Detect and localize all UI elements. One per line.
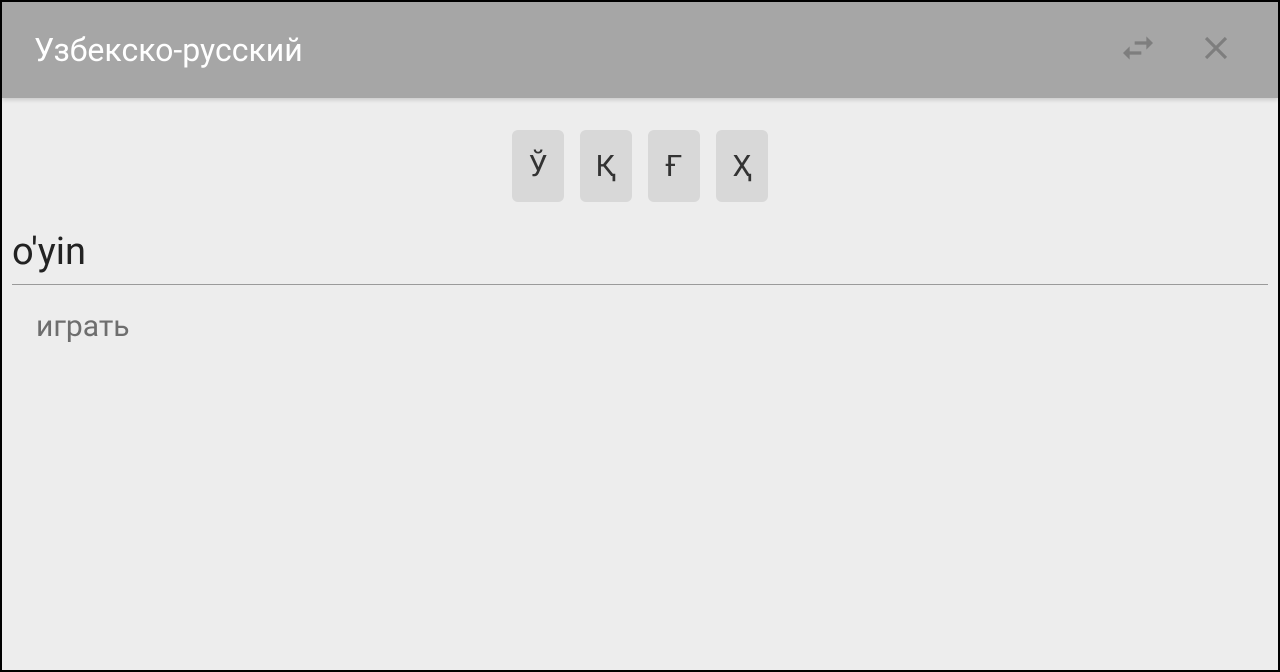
close-icon (1197, 29, 1235, 71)
char-key-2[interactable]: Ғ (648, 130, 700, 202)
app-header: Узбекско-русский (2, 2, 1278, 98)
search-input[interactable] (12, 226, 1268, 285)
special-char-row: Ў Қ Ғ Ҳ (2, 130, 1278, 202)
char-key-3[interactable]: Ҳ (716, 130, 768, 202)
swap-icon (1118, 28, 1158, 72)
results-list: играть (36, 303, 1268, 350)
swap-languages-button[interactable] (1108, 20, 1168, 80)
char-key-0[interactable]: Ў (512, 130, 564, 202)
close-button[interactable] (1186, 20, 1246, 80)
result-item[interactable]: играть (36, 303, 1268, 350)
char-key-1[interactable]: Қ (580, 130, 632, 202)
search-area (12, 226, 1268, 285)
app-title: Узбекско-русский (34, 31, 1090, 69)
